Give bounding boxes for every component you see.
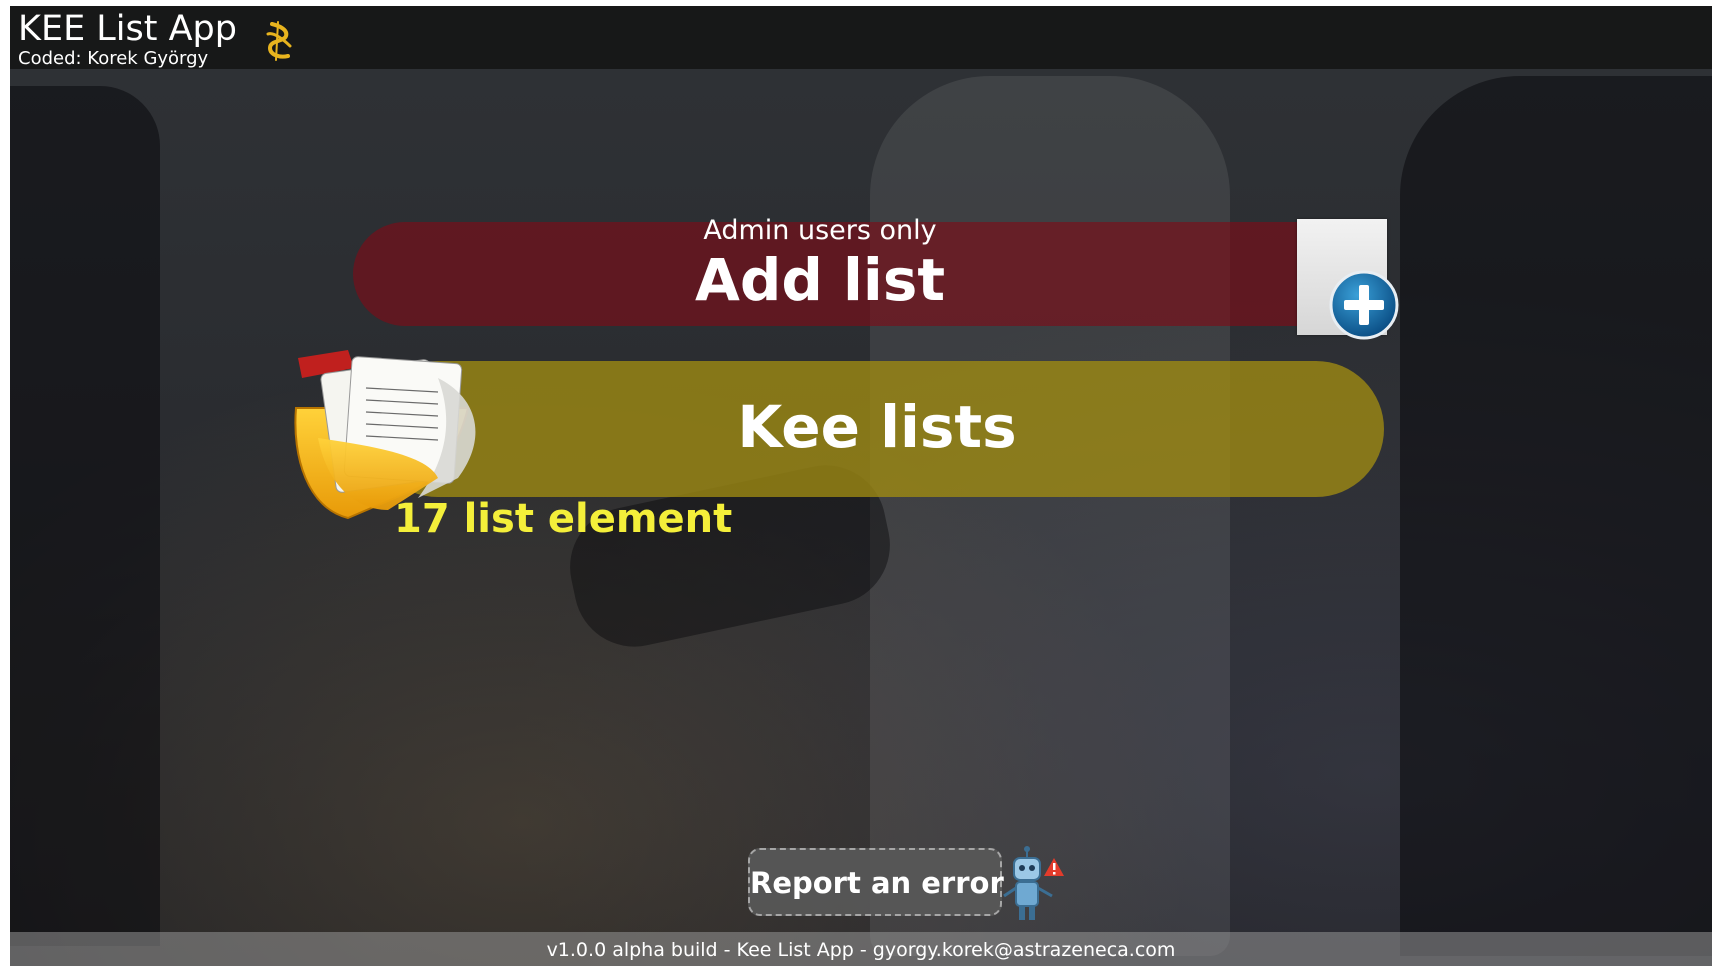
report-error-button[interactable]: Report an error	[748, 848, 1004, 916]
background-person-left	[10, 86, 160, 946]
background-person-center	[870, 76, 1230, 956]
kee-lists-label: Kee lists	[737, 393, 1017, 461]
footer-version-text: v1.0.0 alpha build - Kee List App - gyor…	[546, 939, 1176, 961]
app-header: KEE List App Coded: Korek György	[10, 6, 1712, 69]
add-plus-icon[interactable]	[1328, 269, 1400, 341]
admin-only-note: Admin users only	[703, 215, 937, 246]
astrazeneca-logo-icon	[266, 21, 292, 61]
background-person-right	[1400, 76, 1712, 956]
app-subtitle: Coded: Korek György	[18, 48, 209, 69]
robot-warning-icon[interactable]	[1000, 844, 1070, 926]
add-list-button[interactable]: Admin users only Add list	[353, 215, 1303, 326]
kee-lists-button[interactable]: Kee lists	[370, 361, 1384, 497]
report-error-label: Report an error	[750, 866, 1004, 900]
app-footer: v1.0.0 alpha build - Kee List App - gyor…	[10, 932, 1712, 966]
add-list-label: Add list	[694, 246, 946, 314]
app-screen: KEE List App Coded: Korek György Admin u…	[10, 6, 1712, 966]
list-count: 17 list element	[394, 496, 733, 542]
app-title: KEE List App	[18, 9, 237, 49]
